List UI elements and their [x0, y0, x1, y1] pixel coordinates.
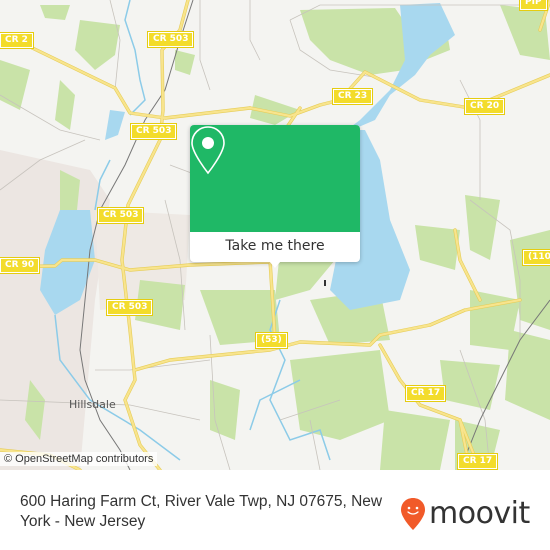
- popup-header: [190, 125, 360, 232]
- location-tick: [324, 280, 326, 286]
- road-shield: CR 90: [0, 257, 41, 274]
- road-shield: CR 503: [146, 31, 195, 48]
- road-shield: CR 23: [331, 88, 374, 105]
- road-shield: PIP: [519, 0, 548, 11]
- road-shield: CR 503: [105, 299, 154, 316]
- road-shield: CR 17: [404, 385, 447, 402]
- place-label-hillsdale: Hillsdale: [69, 398, 116, 411]
- road-shield: (110): [521, 249, 550, 266]
- take-me-there-button[interactable]: Take me there: [190, 232, 360, 262]
- brand-name: moovit: [429, 496, 530, 531]
- map-pin-icon: [191, 126, 225, 175]
- road-shield: CR 20: [463, 98, 506, 115]
- road-shield: CR 17: [456, 453, 499, 470]
- map-view[interactable]: CR 2 CR 503 CR 503 CR 503 CR 503 CR 23 C…: [0, 0, 550, 470]
- road-shield: CR 503: [96, 207, 145, 224]
- address-text: 600 Haring Farm Ct, River Vale Twp, NJ 0…: [20, 493, 383, 530]
- road-shield: CR 503: [129, 123, 178, 140]
- popup-pointer: [269, 261, 281, 268]
- moovit-logo[interactable]: moovit: [400, 497, 530, 531]
- moovit-pin-icon: [401, 498, 425, 530]
- location-popup: Take me there: [190, 125, 360, 268]
- road-shield: CR 2: [0, 32, 34, 49]
- road-shield: (53): [255, 332, 288, 349]
- map-attribution[interactable]: © OpenStreetMap contributors: [0, 452, 158, 466]
